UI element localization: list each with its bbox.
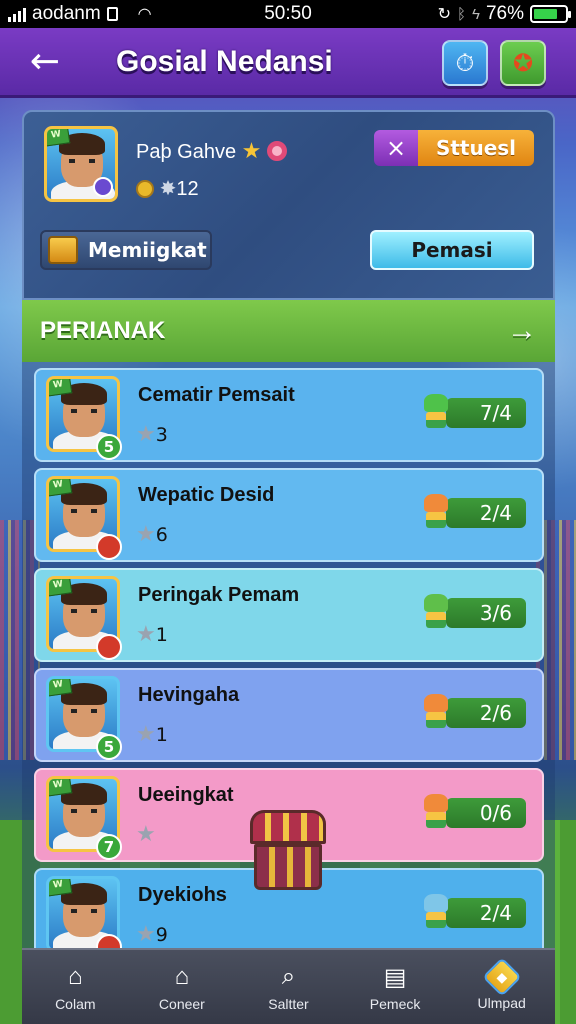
section-header[interactable]: PERIANAK → (22, 300, 555, 362)
star-icon: ★ (136, 422, 156, 447)
score-badge: 3/6 (446, 598, 526, 628)
timer-button[interactable]: ⏱ (442, 40, 488, 86)
back-button[interactable]: ← (20, 37, 70, 87)
player-name: Dyekiohs (138, 884, 227, 906)
status-bar: aodanm ◠ 50:50 ↻ ᛒ ϟ 76% (0, 0, 576, 28)
nav-item-ulmpad[interactable]: ◆ Ulmpad (448, 950, 555, 1024)
player-stat: ★ (136, 822, 156, 847)
score-badge: 2/4 (446, 898, 526, 928)
signal-icon (8, 6, 26, 22)
bluetooth-icon: ᛒ (457, 5, 467, 23)
level-badge (96, 534, 122, 560)
stopwatch-icon: ⏱ (455, 49, 475, 77)
house-icon: ⌂ (174, 963, 190, 990)
star-icon: ★ (241, 138, 262, 163)
score-badge: 2/4 (446, 498, 526, 528)
player-stat: ★9 (136, 922, 168, 947)
wifi-icon: ◠ (137, 6, 152, 23)
star-icon: ★ (136, 922, 156, 947)
score-badge: 0/6 (446, 798, 526, 828)
avatar-badge-icon: W (49, 779, 73, 797)
list-item[interactable]: W Peringak Pemam ★1 3/6 (34, 568, 544, 662)
avatar-badge-icon: W (49, 579, 73, 597)
glove-icon (422, 494, 450, 530)
top-bar: ← Gosial Nedansi ⏱ ✪ (0, 28, 576, 98)
score-badge: 2/6 (446, 698, 526, 728)
section-title: PERIANAK (40, 317, 166, 344)
carrier-label: aodanm (32, 3, 101, 24)
star-icon: ★ (136, 822, 156, 847)
player-name: Cematir Pemsait (138, 384, 295, 406)
player-stat: ★1 (136, 622, 168, 647)
page-title: Gosial Nedansi (116, 44, 333, 78)
avatar-badge-icon: W (49, 879, 73, 897)
medal-icon: ✪ (512, 49, 534, 77)
player-stat: ★3 (136, 422, 168, 447)
avatar-level-icon (93, 177, 113, 197)
player-name: Ueeingkat (138, 784, 234, 806)
player-name: Hevingaha (138, 684, 240, 706)
status-button[interactable]: Sttuesl (418, 130, 534, 166)
close-button[interactable]: × (374, 130, 418, 166)
player-avatar[interactable]: W (44, 126, 118, 202)
sim-icon (106, 7, 118, 21)
avatar-badge-icon: W (49, 379, 73, 397)
star-icon: ★ (136, 722, 156, 747)
glove-icon (422, 394, 450, 430)
player-stat: ★1 (136, 722, 168, 747)
search-icon: ⌕ (281, 963, 296, 990)
box-icon (48, 236, 78, 264)
avatar-badge-icon: W (49, 679, 73, 697)
treasure-chest-icon[interactable] (250, 810, 326, 894)
rank-button[interactable]: Memiigkat (40, 230, 212, 270)
level-badge (96, 634, 122, 660)
glove-icon (422, 794, 450, 830)
avatar-badge-icon: W (49, 479, 73, 497)
glove-icon (422, 594, 450, 630)
player-name: Wepatic Desid (138, 484, 275, 506)
coin-icon (136, 180, 154, 198)
star-icon: ★ (136, 522, 156, 547)
donut-icon (266, 141, 287, 161)
level-badge: 7 (96, 834, 122, 860)
home-icon: ⌂ (68, 963, 83, 990)
battery-icon (530, 5, 571, 23)
arrow-right-icon: → (507, 314, 537, 347)
score-badge: 7/4 (446, 398, 526, 428)
avatar-badge-icon: W (47, 129, 71, 147)
action-button[interactable]: Pemasi (370, 230, 534, 270)
charging-icon: ϟ (472, 5, 480, 23)
nav-item-saltter[interactable]: ⌕ Saltter (235, 950, 342, 1024)
list-item[interactable]: W 5 Hevingaha ★1 2/6 (34, 668, 544, 762)
level-badge: 5 (96, 434, 122, 460)
list-item[interactable]: W Wepatic Desid ★6 2/4 (34, 468, 544, 562)
profile-panel: W Paþ Gahve ★ ✸12 × Sttuesl Memiigkat Pe… (22, 110, 555, 300)
player-name: Peringak Pemam (138, 584, 300, 606)
nav-item-coneer[interactable]: ⌂ Coneer (129, 950, 236, 1024)
list-item[interactable]: W 5 Cematir Pemsait ★3 7/4 (34, 368, 544, 462)
nav-item-colam[interactable]: ⌂ Colam (22, 950, 129, 1024)
player-name: Paþ Gahve ★ (136, 138, 287, 164)
level-badge: 5 (96, 734, 122, 760)
rotation-lock-icon: ↻ (437, 6, 451, 23)
clock: 50:50 (264, 3, 312, 24)
glove-icon (422, 894, 450, 930)
star-icon: ★ (136, 622, 156, 647)
battery-percent: 76% (485, 3, 524, 24)
glove-icon (422, 694, 450, 730)
player-stat: ★6 (136, 522, 168, 547)
clipboard-icon: ▤ (383, 963, 407, 991)
gem-icon: ◆ (481, 957, 522, 997)
sparkle-icon: ✸ (159, 178, 177, 200)
arrow-left-icon: ← (29, 41, 61, 82)
bottom-nav: ⌂ Colam ⌂ Coneer ⌕ Saltter ▤ Pemeck ◆ Ul… (22, 948, 555, 1024)
award-button[interactable]: ✪ (500, 40, 546, 86)
coin-count: ✸12 (136, 176, 199, 201)
nav-item-pemeck[interactable]: ▤ Pemeck (342, 950, 449, 1024)
